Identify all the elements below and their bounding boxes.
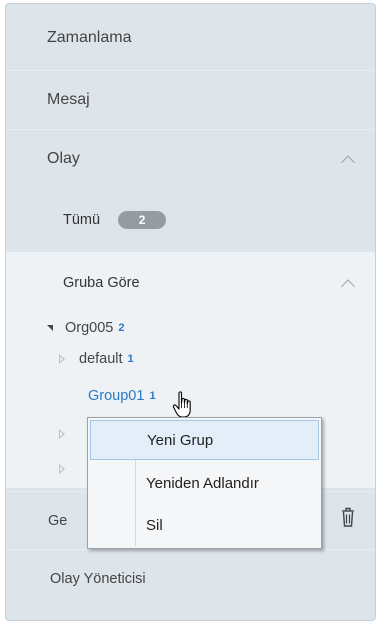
triangle-down-icon[interactable] [47,325,53,331]
tree-node-collapsed[interactable] [59,464,79,474]
triangle-right-icon[interactable] [59,354,65,364]
tree-node-label: Org005 [65,320,114,336]
menu-item-yeni-grup[interactable]: Yeni Grup [90,420,319,460]
tree-node-label: default [79,351,123,367]
tree-node-count: 1 [127,353,134,365]
tree-node-count: 2 [118,322,125,334]
nav-item-zamanlama[interactable]: Zamanlama [6,9,375,67]
tree-node-default[interactable]: default 1 [59,351,134,367]
menu-item-yeniden-adlandir[interactable]: Yeniden Adlandır [90,463,319,503]
nav-label-olay: Olay [47,149,80,167]
nav-label-mesaj: Mesaj [47,90,90,108]
tree-node-count: 1 [149,390,156,402]
menu-item-label: Sil [146,516,163,534]
trash-icon[interactable] [340,506,356,528]
nav-label-general: Ge [48,512,68,529]
sub-item-tumu[interactable]: Tümü 2 [6,205,375,235]
group-by-label: Gruba Göre [63,275,140,291]
tree-node-org005[interactable]: Org005 2 [47,320,125,336]
nav-label-zamanlama: Zamanlama [47,29,132,46]
tree-node-group01[interactable]: Group01 1 [88,388,156,404]
chevron-up-icon[interactable] [340,279,356,294]
nav-item-mesaj[interactable]: Mesaj [6,70,375,128]
menu-item-label: Yeniden Adlandır [146,474,259,492]
nav-label-olay-yoneticisi: Olay Yöneticisi [50,570,146,587]
hand-pointer-icon [172,391,191,418]
context-menu: Yeni Grup Yeniden Adlandır Sil [87,417,322,549]
tumu-count-badge: 2 [118,211,167,229]
tree-node-collapsed[interactable] [59,429,79,439]
tumu-label: Tümü [63,212,101,228]
triangle-right-icon[interactable] [59,429,65,439]
menu-item-sil[interactable]: Sil [90,505,319,545]
menu-item-label: Yeni Grup [147,431,214,449]
group-by-header[interactable]: Gruba Göre [6,268,375,298]
nav-item-olay-yoneticisi[interactable]: Olay Yöneticisi [6,549,375,607]
tree-node-label: Group01 [88,388,145,404]
nav-item-olay[interactable]: Olay [6,129,375,187]
chevron-up-icon[interactable] [340,154,356,170]
triangle-right-icon[interactable] [59,464,65,474]
